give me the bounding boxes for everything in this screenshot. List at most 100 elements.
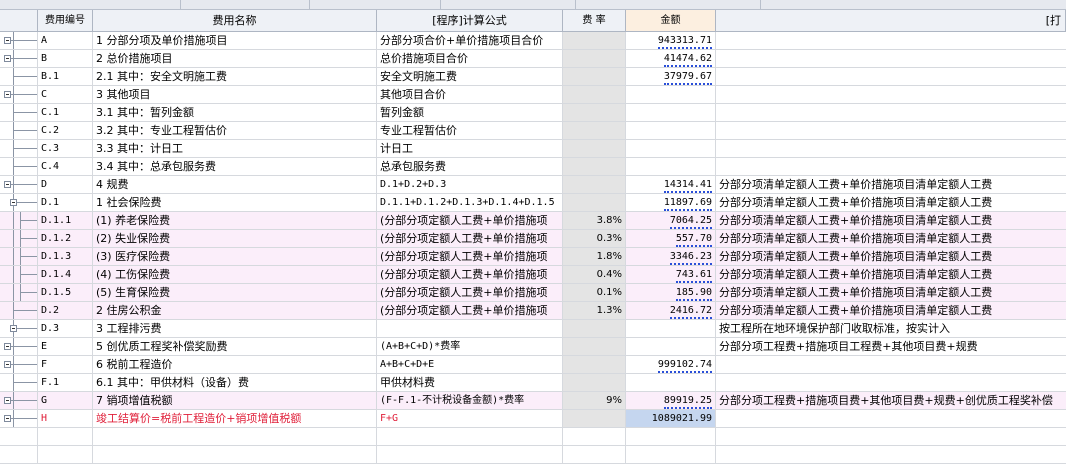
table-row[interactable]: D.1.2 (2) 失业保险费 (分部分项定额人工费+单价措施项 0.3% 557.70… bbox=[0, 230, 1066, 248]
cell-basis[interactable]: 分部分项清单定额人工费+单价措施项目清单定额人工费 bbox=[716, 266, 1066, 283]
cell-formula[interactable]: 计日工 bbox=[377, 140, 563, 157]
cell-code[interactable]: D.2 bbox=[38, 302, 93, 319]
table-row[interactable]: B.1 2.1 其中：安全文明施工费 安全文明施工费 37979.67 bbox=[0, 68, 1066, 86]
cell-formula[interactable]: (分部分项定额人工费+单价措施项 bbox=[377, 302, 563, 319]
cell-name[interactable]: (1) 养老保险费 bbox=[93, 212, 377, 229]
cell-formula[interactable]: (分部分项定额人工费+单价措施项 bbox=[377, 266, 563, 283]
cell-amount[interactable]: 999102.74 bbox=[626, 356, 716, 373]
cell-code[interactable]: A bbox=[38, 32, 93, 49]
table-row[interactable]: D 4 规费 D.1+D.2+D.3 14314.41 分部分项清单定额人工费+单价措施… bbox=[0, 176, 1066, 194]
cell-basis[interactable]: 分部分项工程费+措施项目费+其他项目费+规费+创优质工程奖补偿 bbox=[716, 392, 1066, 409]
cell-rate[interactable] bbox=[563, 176, 626, 193]
cell-formula[interactable]: 甲供材料费 bbox=[377, 374, 563, 391]
cell-amount[interactable]: 11897.69 bbox=[626, 194, 716, 211]
cell-basis[interactable] bbox=[716, 158, 1066, 175]
cell-amount[interactable] bbox=[626, 140, 716, 157]
cell-name[interactable]: 3 其他项目 bbox=[93, 86, 377, 103]
cell-name[interactable]: 3.4 其中：总承包服务费 bbox=[93, 158, 377, 175]
cell-amount[interactable]: 1089021.99 bbox=[626, 410, 716, 427]
cell-amount[interactable] bbox=[626, 122, 716, 139]
cell-basis[interactable]: 按工程所在地环境保护部门收取标准，按实计入 bbox=[716, 320, 1066, 337]
empty-row[interactable] bbox=[0, 446, 1066, 464]
tree-collapse-icon[interactable] bbox=[4, 37, 11, 44]
cell-rate[interactable]: 3.8% bbox=[563, 212, 626, 229]
cell-formula[interactable]: (F-F.1-不计税设备金额)*费率 bbox=[377, 392, 563, 409]
header-code[interactable]: 费用编号 bbox=[38, 10, 93, 31]
cell-basis[interactable] bbox=[716, 104, 1066, 121]
cell-name[interactable]: 3.1 其中：暂列金额 bbox=[93, 104, 377, 121]
tree-collapse-icon[interactable] bbox=[10, 325, 17, 332]
cell-basis[interactable]: 分部分项清单定额人工费+单价措施项目清单定额人工费 bbox=[716, 248, 1066, 265]
header-basis[interactable]: [打 bbox=[716, 10, 1066, 31]
table-row[interactable]: D.1.1 (1) 养老保险费 (分部分项定额人工费+单价措施项 3.8% 7064.2… bbox=[0, 212, 1066, 230]
cell-rate[interactable]: 1.3% bbox=[563, 302, 626, 319]
cell-formula[interactable]: 分部分项合价+单价措施项目合价 bbox=[377, 32, 563, 49]
table-row[interactable]: C.3 3.3 其中：计日工 计日工 bbox=[0, 140, 1066, 158]
cell-code[interactable]: H bbox=[38, 410, 93, 427]
table-row[interactable]: E 5 创优质工程奖补偿奖励费 (A+B+C+D)*费率 分部分项工程费+措施项目工程… bbox=[0, 338, 1066, 356]
cell-code[interactable]: D.3 bbox=[38, 320, 93, 337]
empty-cell[interactable] bbox=[563, 446, 626, 463]
empty-cell[interactable] bbox=[93, 428, 377, 445]
cell-basis[interactable] bbox=[716, 140, 1066, 157]
cell-basis[interactable] bbox=[716, 68, 1066, 85]
empty-cell[interactable] bbox=[377, 446, 563, 463]
cell-basis[interactable] bbox=[716, 356, 1066, 373]
cell-name[interactable]: 5 创优质工程奖补偿奖励费 bbox=[93, 338, 377, 355]
cell-basis[interactable]: 分部分项清单定额人工费+单价措施项目清单定额人工费 bbox=[716, 194, 1066, 211]
cell-formula[interactable] bbox=[377, 320, 563, 337]
cell-code[interactable]: C.2 bbox=[38, 122, 93, 139]
tab-strip-segment[interactable] bbox=[181, 0, 310, 9]
cell-rate[interactable]: 1.8% bbox=[563, 248, 626, 265]
cell-name[interactable]: 3 工程排污费 bbox=[93, 320, 377, 337]
tree-collapse-icon[interactable] bbox=[4, 91, 11, 98]
table-row[interactable]: D.1.4 (4) 工伤保险费 (分部分项定额人工费+单价措施项 0.4% 743.61… bbox=[0, 266, 1066, 284]
cell-name[interactable]: 7 销项增值税额 bbox=[93, 392, 377, 409]
header-formula[interactable]: [程序]计算公式 bbox=[377, 10, 563, 31]
empty-cell[interactable] bbox=[38, 446, 93, 463]
cell-name[interactable]: 1 社会保险费 bbox=[93, 194, 377, 211]
cell-formula[interactable]: D.1.1+D.1.2+D.1.3+D.1.4+D.1.5 bbox=[377, 194, 563, 211]
cell-basis[interactable]: 分部分项清单定额人工费+单价措施项目清单定额人工费 bbox=[716, 230, 1066, 247]
table-row[interactable]: C.2 3.2 其中：专业工程暂估价 专业工程暂估价 bbox=[0, 122, 1066, 140]
cell-rate[interactable] bbox=[563, 122, 626, 139]
cell-basis[interactable]: 分部分项工程费+措施项目工程费+其他项目费+规费 bbox=[716, 338, 1066, 355]
cell-amount[interactable]: 743.61 bbox=[626, 266, 716, 283]
cell-rate[interactable] bbox=[563, 410, 626, 427]
empty-row[interactable] bbox=[0, 428, 1066, 446]
cell-basis[interactable] bbox=[716, 122, 1066, 139]
cell-amount[interactable]: 3346.23 bbox=[626, 248, 716, 265]
cell-code[interactable]: F bbox=[38, 356, 93, 373]
tab-strip-segment[interactable] bbox=[576, 0, 761, 9]
table-row[interactable]: D.1 1 社会保险费 D.1.1+D.1.2+D.1.3+D.1.4+D.1.5 1… bbox=[0, 194, 1066, 212]
cell-formula[interactable]: 安全文明施工费 bbox=[377, 68, 563, 85]
tree-collapse-icon[interactable] bbox=[4, 181, 11, 188]
cell-basis[interactable] bbox=[716, 410, 1066, 427]
empty-cell[interactable] bbox=[626, 428, 716, 445]
cell-formula[interactable]: 其他项目合价 bbox=[377, 86, 563, 103]
cell-code[interactable]: C.3 bbox=[38, 140, 93, 157]
cell-rate[interactable] bbox=[563, 338, 626, 355]
cell-amount[interactable] bbox=[626, 86, 716, 103]
cell-basis[interactable] bbox=[716, 374, 1066, 391]
table-row[interactable]: G 7 销项增值税额 (F-F.1-不计税设备金额)*费率 9% 89919.25 分部分… bbox=[0, 392, 1066, 410]
cell-name[interactable]: 竣工结算价=税前工程造价+销项增值税额 bbox=[93, 410, 377, 427]
cell-name[interactable]: 2 总价措施项目 bbox=[93, 50, 377, 67]
cell-code[interactable]: B bbox=[38, 50, 93, 67]
tree-collapse-icon[interactable] bbox=[4, 55, 11, 62]
cell-name[interactable]: 4 规费 bbox=[93, 176, 377, 193]
cell-code[interactable]: G bbox=[38, 392, 93, 409]
cell-code[interactable]: F.1 bbox=[38, 374, 93, 391]
cell-rate[interactable] bbox=[563, 32, 626, 49]
cell-basis[interactable]: 分部分项清单定额人工费+单价措施项目清单定额人工费 bbox=[716, 284, 1066, 301]
cell-formula[interactable]: 专业工程暂估价 bbox=[377, 122, 563, 139]
table-row[interactable]: C 3 其他项目 其他项目合价 bbox=[0, 86, 1066, 104]
cell-basis[interactable] bbox=[716, 50, 1066, 67]
cell-name[interactable]: (4) 工伤保险费 bbox=[93, 266, 377, 283]
cell-code[interactable]: D.1.2 bbox=[38, 230, 93, 247]
cell-amount[interactable]: 41474.62 bbox=[626, 50, 716, 67]
tree-collapse-icon[interactable] bbox=[4, 415, 11, 422]
table-row[interactable]: D.1.5 (5) 生育保险费 (分部分项定额人工费+单价措施项 0.1% 185.90… bbox=[0, 284, 1066, 302]
cell-formula[interactable]: 总价措施项目合价 bbox=[377, 50, 563, 67]
cell-formula[interactable]: (分部分项定额人工费+单价措施项 bbox=[377, 230, 563, 247]
